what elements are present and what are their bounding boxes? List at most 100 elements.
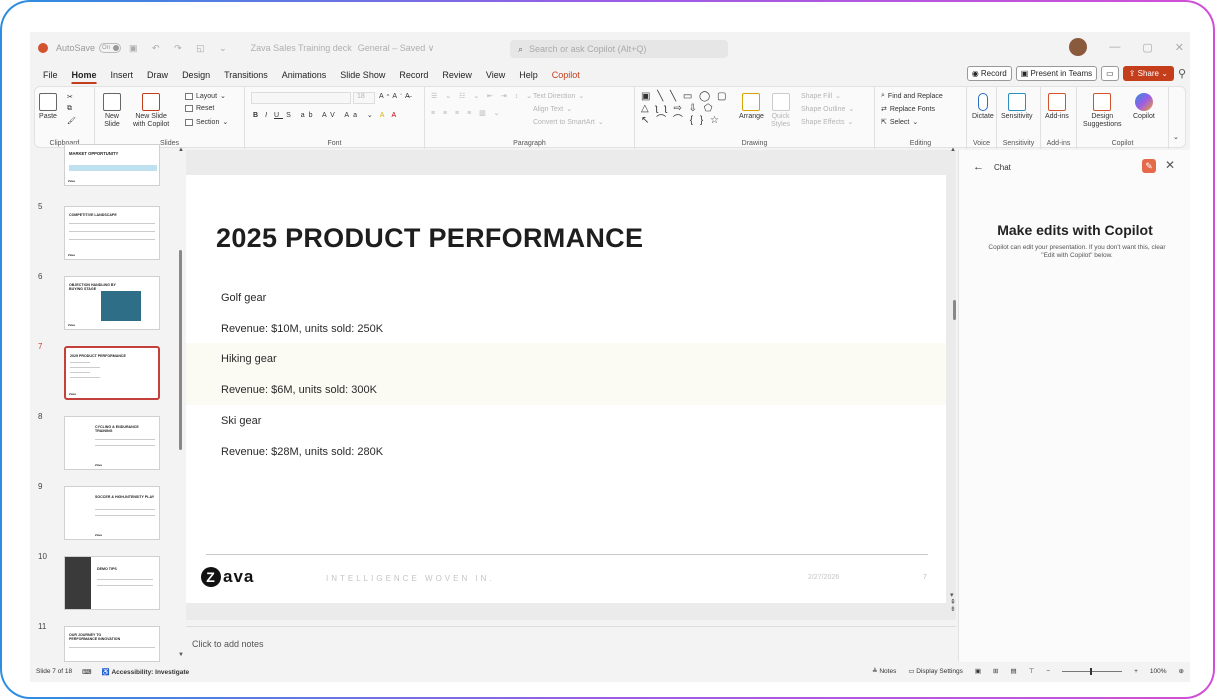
grow-font-icon[interactable]: A ^ Aˇ A̶ bbox=[379, 93, 410, 100]
zoom-level[interactable]: 100% bbox=[1150, 668, 1167, 675]
avatar[interactable] bbox=[1069, 38, 1088, 56]
paste-button[interactable]: Paste bbox=[39, 93, 57, 121]
thumbnails-scroll-thumb[interactable] bbox=[179, 250, 182, 450]
thumbnails-scrollbar[interactable]: ▲ ▼ bbox=[178, 147, 184, 662]
slide-text-line[interactable]: Revenue: $10M, units sold: 250K bbox=[221, 323, 383, 335]
tab-record[interactable]: Record bbox=[392, 70, 435, 80]
tab-insert[interactable]: Insert bbox=[104, 70, 141, 80]
record-button[interactable]: ◉ Record bbox=[966, 66, 1012, 81]
tab-file[interactable]: File bbox=[36, 70, 65, 80]
addins-button[interactable]: Add-ins bbox=[1045, 93, 1069, 121]
design-suggestions-button[interactable]: Design Suggestions bbox=[1083, 93, 1122, 129]
tab-slide-show[interactable]: Slide Show bbox=[333, 70, 392, 80]
zoom-out-icon[interactable]: − bbox=[1046, 668, 1050, 675]
slide-thumbnail-5[interactable]: COMPETITIVE LANDSCAPE Zava bbox=[64, 206, 160, 260]
cut-icon[interactable]: ✂ bbox=[67, 93, 73, 101]
slide-thumbnail-8[interactable]: CYCLING & ENDURANCE TRAINING Zava bbox=[64, 416, 160, 470]
coauthor-icon[interactable]: ⚲ bbox=[1178, 67, 1186, 80]
normal-view-icon[interactable]: ▣ bbox=[975, 667, 981, 675]
slide-scrollbar[interactable]: ▲ ▾ ⇞ ⇟ bbox=[950, 147, 958, 630]
back-arrow-icon[interactable]: ← bbox=[973, 161, 984, 173]
autosave-toggle[interactable]: On bbox=[99, 43, 122, 53]
tab-view[interactable]: View bbox=[479, 70, 512, 80]
share-button[interactable]: ⇪ Share ⌄ bbox=[1122, 66, 1174, 81]
sensitivity-button[interactable]: Sensitivity bbox=[1001, 93, 1033, 121]
text-direction-button[interactable]: Text Direction ⌄ bbox=[533, 92, 584, 101]
section-button[interactable]: Section ⌄ bbox=[185, 118, 228, 126]
slide-text-line[interactable]: Ski gear bbox=[221, 415, 261, 427]
collapse-ribbon-icon[interactable]: ⌄ bbox=[1173, 133, 1179, 141]
font-name-select[interactable] bbox=[251, 92, 351, 104]
comments-icon[interactable]: ▭ bbox=[1101, 66, 1119, 81]
font-size-select[interactable]: 18 bbox=[353, 92, 375, 104]
search-input[interactable]: ⌕ Search or ask Copilot (Alt+Q) bbox=[510, 40, 728, 58]
slide-count[interactable]: Slide 7 of 18 bbox=[36, 668, 72, 676]
prev-next-slide-icons[interactable]: ▾ ⇞ ⇟ bbox=[950, 592, 956, 613]
new-slide-copilot-button[interactable]: New Slide with Copilot bbox=[133, 93, 169, 129]
find-replace-button[interactable]: ⌕ Find and Replace bbox=[881, 92, 943, 100]
zoom-slider[interactable] bbox=[1062, 667, 1123, 675]
accessibility-status[interactable]: ♿ Accessibility: Investigate bbox=[102, 668, 190, 676]
spelling-icon[interactable]: ⌨ bbox=[82, 668, 91, 676]
replace-fonts-button[interactable]: ⇄ Replace Fonts bbox=[881, 105, 935, 114]
layout-button[interactable]: Layout ⌄ bbox=[185, 92, 226, 100]
align-text-button[interactable]: Align Text ⌄ bbox=[533, 105, 572, 114]
display-settings-button[interactable]: ▭ Display Settings bbox=[908, 667, 963, 675]
close-icon[interactable]: ✕ bbox=[1175, 41, 1184, 54]
slide-thumbnail-7-selected[interactable]: 2025 PRODUCT PERFORMANCE Zava bbox=[64, 346, 160, 400]
copilot-button[interactable]: Copilot bbox=[1133, 93, 1155, 121]
sensitivity-status[interactable]: General – Saved ∨ bbox=[358, 43, 435, 54]
convert-smartart-button[interactable]: Convert to SmartArt ⌄ bbox=[533, 118, 604, 127]
present-in-teams-button[interactable]: ▣ Present in Teams bbox=[1015, 66, 1098, 81]
slide-text-line[interactable]: Revenue: $28M, units sold: 280K bbox=[221, 446, 383, 458]
slide-text-line[interactable]: Revenue: $6M, units sold: 300K bbox=[221, 384, 377, 396]
scroll-up-icon[interactable]: ▲ bbox=[950, 147, 956, 153]
slide-scroll-thumb[interactable] bbox=[953, 300, 956, 320]
new-chat-icon[interactable]: ✎ bbox=[1142, 159, 1156, 173]
slide-thumbnail-6[interactable]: OBJECTION HANDLING BY BUYING STAGE Zava bbox=[64, 276, 160, 330]
shapes-gallery[interactable]: ▣ ╲ ╲ ▭ ◯ ▢ △ ʅ ʅ ⇨ ⇩ ⬠ ↖ ⌒ ⌒ { } ☆ bbox=[641, 91, 728, 127]
slideshow-view-icon[interactable]: ⊤ bbox=[1029, 667, 1035, 675]
restore-icon[interactable]: ▢ bbox=[1142, 41, 1152, 54]
zoom-slider-thumb[interactable] bbox=[1090, 667, 1093, 675]
tab-transitions[interactable]: Transitions bbox=[217, 70, 275, 80]
font-format-buttons[interactable]: B I U S ab AV Aa ⌄ A A bbox=[253, 111, 400, 120]
scroll-up-icon[interactable]: ▲ bbox=[178, 147, 184, 153]
slide-thumbnail-10[interactable]: DEMO TIPS bbox=[64, 556, 160, 610]
list-buttons[interactable]: ☰ ⌄ ☷ ⌄ ⇤ ⇥ ↕ ⌄ bbox=[431, 92, 535, 100]
tab-copilot[interactable]: Copilot bbox=[545, 70, 587, 80]
slide-thumbnail-11[interactable]: OUR JOURNEY TO PERFORMANCE INNOVATION bbox=[64, 626, 160, 662]
quick-access-icons[interactable]: ▣ ↶ ↷ ◱ ⌄ bbox=[129, 43, 233, 54]
copy-icon[interactable]: ⧉ bbox=[67, 105, 72, 113]
quick-styles-button[interactable]: Quick Styles bbox=[771, 93, 790, 129]
tab-help[interactable]: Help bbox=[512, 70, 545, 80]
align-buttons[interactable]: ≡ ≡ ≡ ≡ ▥ ⌄ bbox=[431, 109, 503, 117]
scroll-down-icon[interactable]: ▼ bbox=[178, 652, 184, 658]
format-painter-icon[interactable]: 🖌 bbox=[67, 117, 76, 125]
slide-title[interactable]: 2025 PRODUCT PERFORMANCE bbox=[216, 223, 643, 254]
tab-review[interactable]: Review bbox=[435, 70, 479, 80]
document-name[interactable]: Zava Sales Training deck bbox=[251, 43, 352, 53]
tab-design[interactable]: Design bbox=[175, 70, 217, 80]
current-slide[interactable]: 2025 PRODUCT PERFORMANCE Golf gear Reven… bbox=[186, 175, 946, 603]
shape-outline-button[interactable]: Shape Outline ⌄ bbox=[801, 105, 854, 114]
arrange-button[interactable]: Arrange bbox=[739, 93, 764, 121]
notes-pane[interactable]: Click to add notes bbox=[186, 626, 956, 660]
select-button[interactable]: ⇱ Select ⌄ bbox=[881, 118, 918, 127]
dictate-button[interactable]: Dictate bbox=[972, 93, 994, 121]
shape-fill-button[interactable]: Shape Fill ⌄ bbox=[801, 92, 841, 101]
notes-button[interactable]: ≜ Notes bbox=[872, 667, 896, 675]
reset-button[interactable]: Reset bbox=[185, 105, 214, 112]
autosave-control[interactable]: AutoSave On bbox=[56, 43, 122, 53]
shape-effects-button[interactable]: Shape Effects ⌄ bbox=[801, 118, 853, 127]
slide-text-line[interactable]: Hiking gear bbox=[221, 353, 277, 365]
minimize-icon[interactable]: — bbox=[1109, 41, 1120, 53]
tab-home[interactable]: Home bbox=[65, 70, 104, 80]
tab-draw[interactable]: Draw bbox=[140, 70, 175, 80]
reading-view-icon[interactable]: ▤ bbox=[1011, 667, 1017, 675]
fit-to-window-icon[interactable]: ⊕ bbox=[1179, 667, 1184, 675]
slide-sorter-icon[interactable]: ⊞ bbox=[993, 667, 998, 675]
slide-text-line[interactable]: Golf gear bbox=[221, 292, 266, 304]
tab-animations[interactable]: Animations bbox=[275, 70, 334, 80]
slide-thumbnail-9[interactable]: SOCCER & HIGH-INTENSITY PLAY Zava bbox=[64, 486, 160, 540]
